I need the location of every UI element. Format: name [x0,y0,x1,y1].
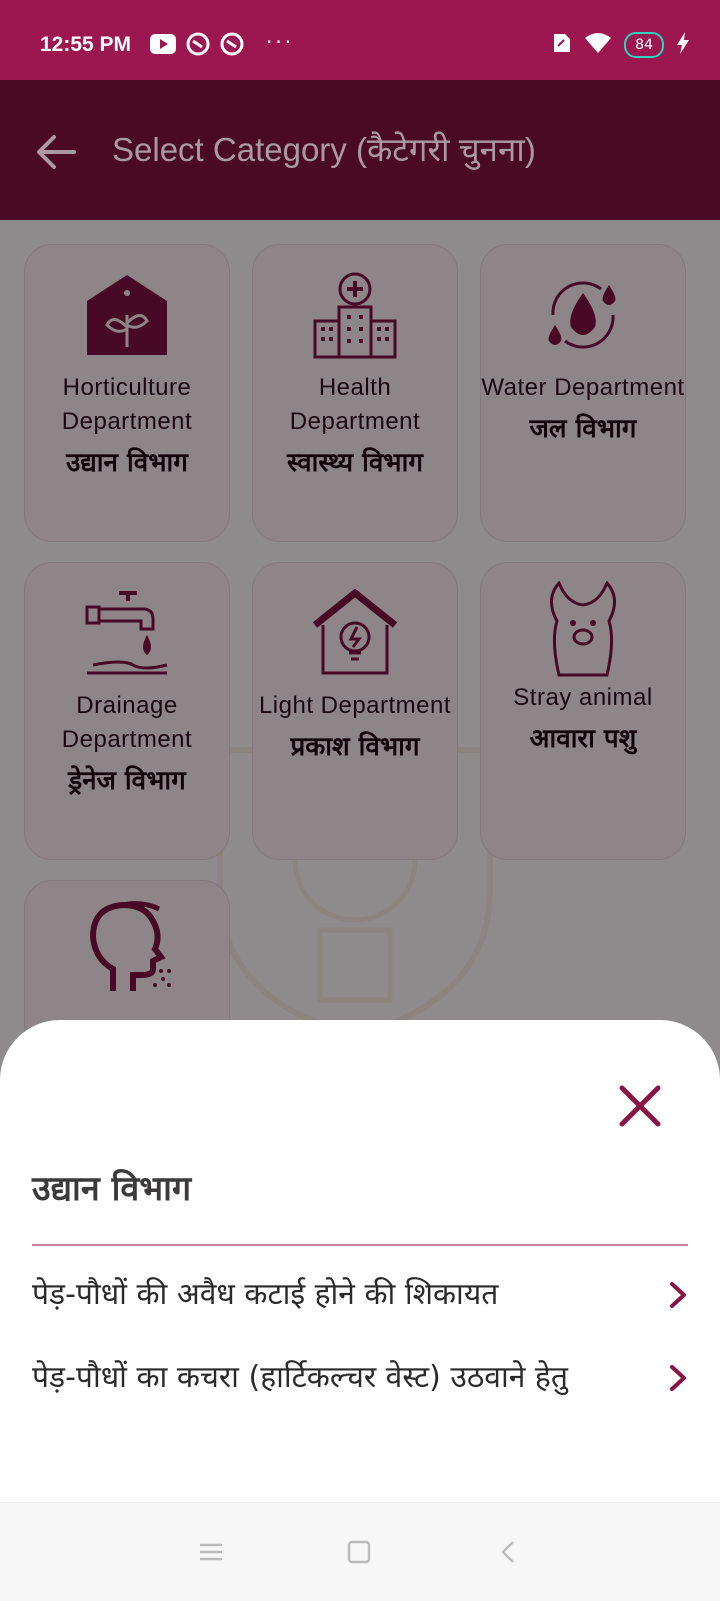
wifi-icon [584,32,612,58]
close-icon [619,1085,661,1127]
chevron-right-icon [670,1365,686,1391]
system-nav-bar [0,1502,720,1601]
youtube-icon [150,34,176,58]
menu-icon[interactable] [196,1537,226,1567]
sheet-option-label: पेड़-पौधों का कचरा (हार्टिकल्चर वेस्ट) उ… [32,1360,568,1395]
charging-icon [676,32,690,58]
status-right-icons: 84 [552,32,690,58]
sheet-option-label: पेड़-पौधों की अवैध कटाई होने की शिकायत [32,1277,499,1312]
sim-icon [552,32,572,58]
sheet-title: उद्यान विभाग [32,1169,192,1209]
app-bar: Select Category (कैटेगरी चुनना) [0,80,720,220]
status-bar: 12:55 PM ··· 84 [0,0,720,80]
page-title: Select Category (कैटेगरी चुनना) [112,131,536,168]
back-nav-icon[interactable] [494,1537,524,1567]
close-button[interactable] [614,1080,666,1132]
status-left-icons [150,32,244,60]
more-icon: ··· [266,30,295,54]
bottom-sheet: उद्यान विभाग पेड़-पौधों की अवैध कटाई होन… [0,1020,720,1580]
status-time: 12:55 PM [40,33,132,56]
arrow-left-icon [37,135,76,169]
sheet-option[interactable]: पेड़-पौधों की अवैध कटाई होने की शिकायत [32,1260,692,1330]
sheet-option[interactable]: पेड़-पौधों का कचरा (हार्टिकल्चर वेस्ट) उ… [32,1330,692,1426]
battery-icon: 84 [624,32,664,58]
back-button[interactable] [28,124,84,180]
chevron-right-icon [670,1282,686,1308]
notification-icon [220,32,244,60]
divider [32,1244,688,1246]
home-icon[interactable] [344,1537,374,1567]
notification-icon [186,32,210,60]
